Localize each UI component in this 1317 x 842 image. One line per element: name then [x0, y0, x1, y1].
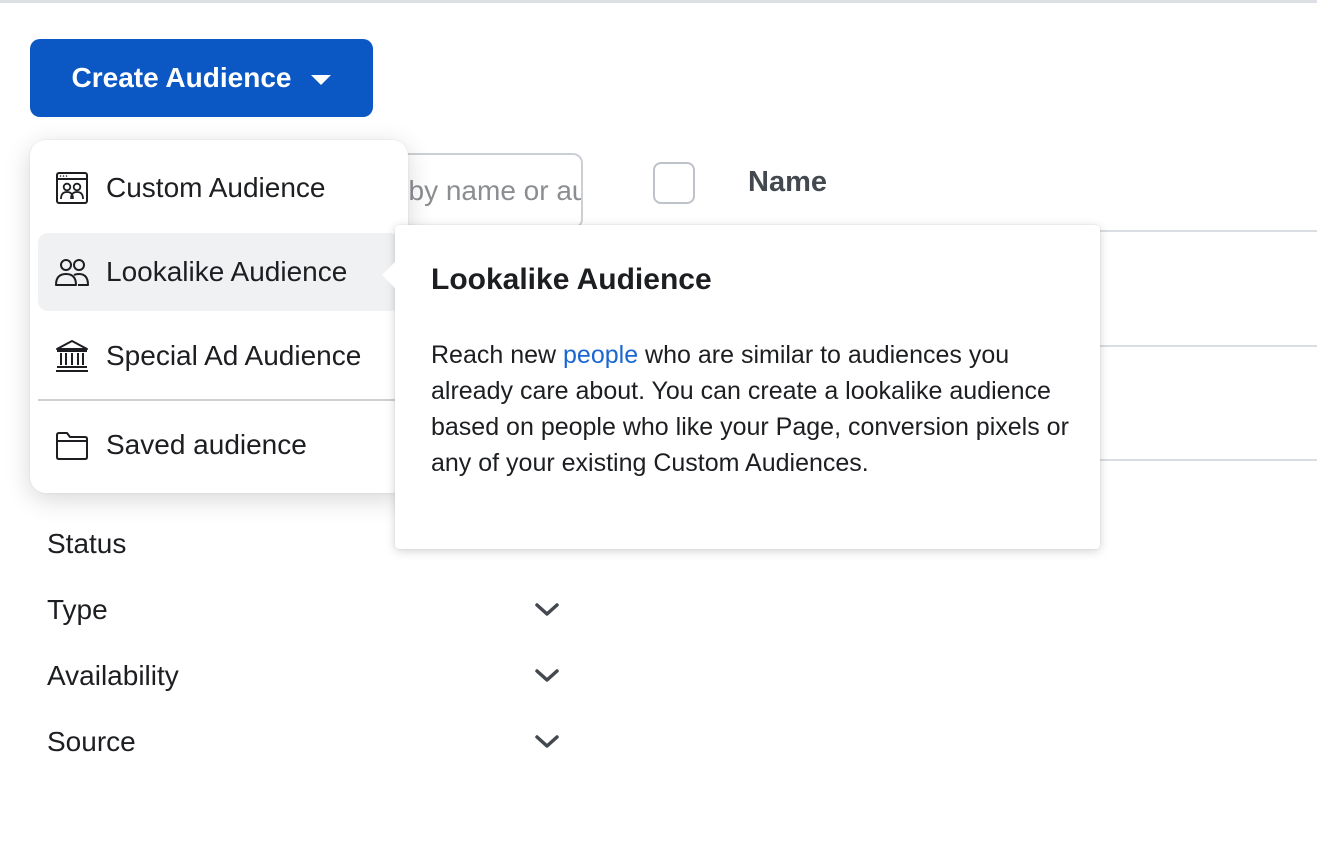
menu-item-label: Special Ad Audience: [106, 340, 362, 371]
menu-divider: [38, 399, 400, 401]
people-link[interactable]: people: [563, 341, 638, 369]
filter-source[interactable]: Source: [47, 722, 577, 762]
create-audience-button[interactable]: Create Audience: [30, 39, 373, 117]
column-header-name: Name: [748, 166, 827, 198]
create-audience-label: Create Audience: [71, 62, 292, 93]
top-divider: [0, 0, 1317, 3]
table-row-divider: [1100, 230, 1317, 232]
tooltip-text: Reach new: [431, 341, 564, 369]
tooltip-body: Reach new people who are similar to audi…: [431, 337, 1071, 481]
lookalike-audience-icon: [55, 259, 89, 286]
menu-item-lookalike-audience[interactable]: Lookalike Audience: [38, 233, 400, 311]
create-audience-menu: Custom Audience Lookalike Audience Speci…: [30, 140, 408, 493]
filter-availability[interactable]: Availability: [47, 656, 577, 696]
folder-icon: [56, 432, 88, 460]
chevron-down-icon: [535, 669, 559, 682]
filter-label: Source: [47, 726, 136, 757]
menu-item-label: Saved audience: [106, 429, 307, 460]
table-row-divider: [1100, 345, 1317, 347]
menu-item-special-ad-audience[interactable]: Special Ad Audience: [38, 317, 400, 395]
tooltip-arrow: [382, 262, 395, 288]
table-row-divider: [1100, 459, 1317, 461]
lookalike-audience-tooltip: Lookalike Audience Reach new people who …: [382, 225, 1100, 549]
menu-item-label: Lookalike Audience: [106, 256, 348, 287]
institution-icon: [56, 340, 88, 372]
caret-down-icon: [311, 75, 332, 85]
filter-label: Status: [47, 528, 127, 559]
menu-item-saved-audience[interactable]: Saved audience: [38, 406, 400, 484]
menu-item-custom-audience[interactable]: Custom Audience: [38, 149, 400, 227]
chevron-down-icon: [535, 603, 559, 616]
filter-label: Type: [47, 594, 108, 625]
tooltip-title: Lookalike Audience: [431, 263, 712, 296]
menu-item-label: Custom Audience: [106, 172, 326, 203]
chevron-down-icon: [535, 735, 559, 748]
select-all-checkbox[interactable]: [653, 162, 695, 204]
custom-audience-icon: [56, 172, 88, 204]
filter-label: Availability: [47, 660, 179, 691]
filter-type[interactable]: Type: [47, 590, 577, 630]
